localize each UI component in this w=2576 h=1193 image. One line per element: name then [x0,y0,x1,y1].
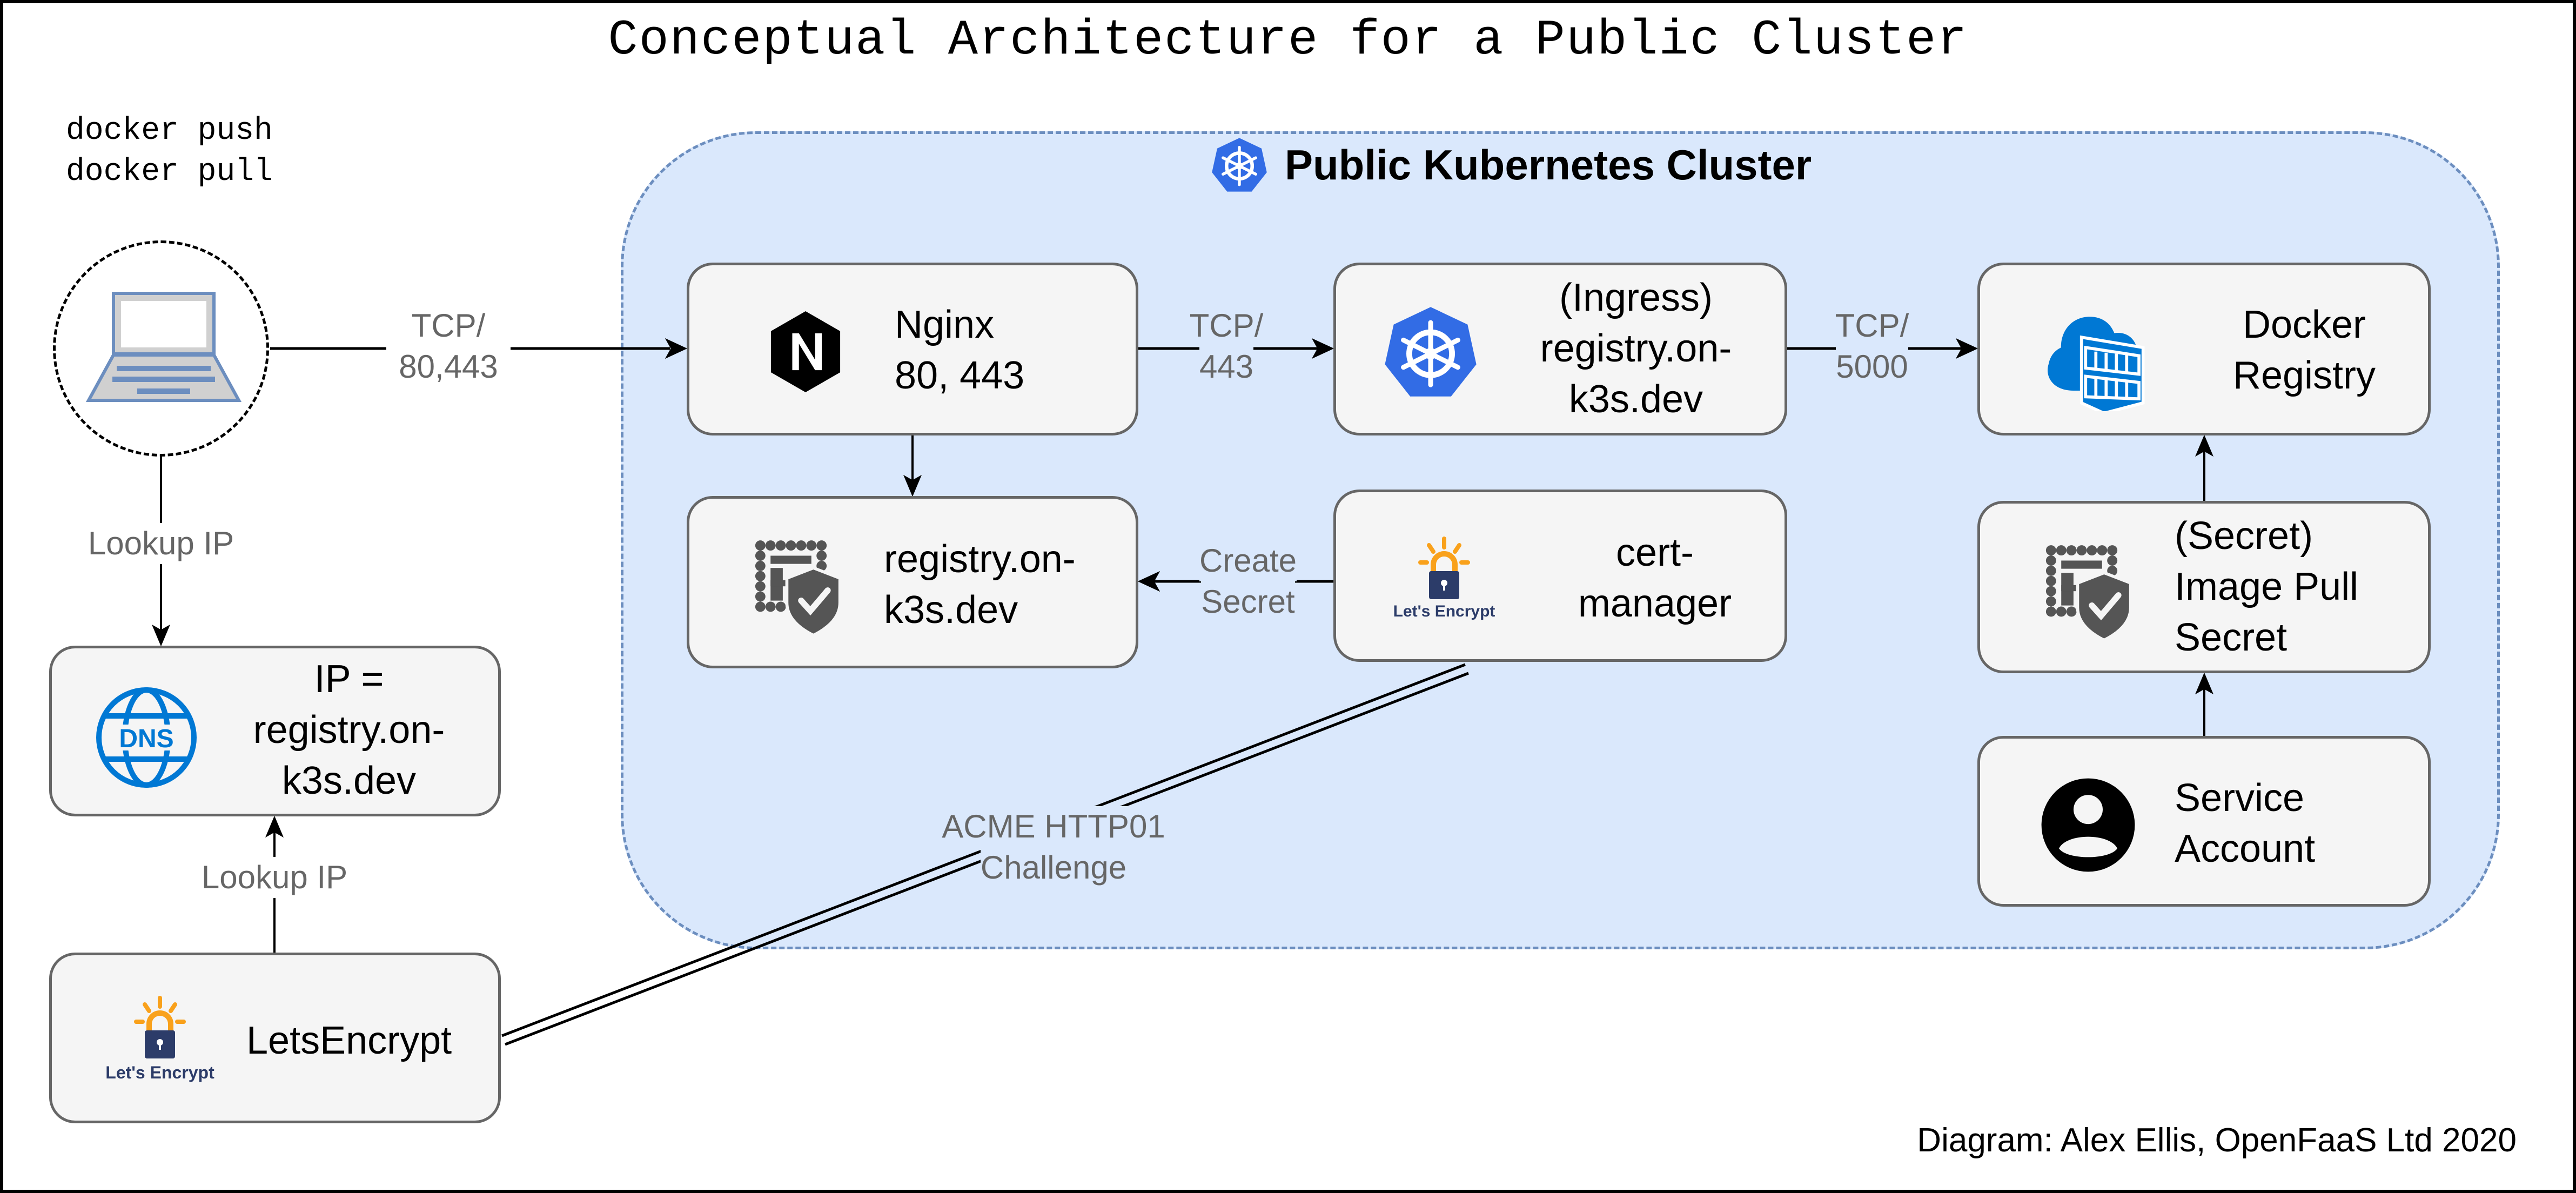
laptop-icon [85,292,242,402]
ingress-node[interactable]: (Ingress) registry.on- k3s.dev [1333,263,1787,435]
dns-node[interactable]: DNS IP = registry.on- k3s.dev [49,646,501,816]
image-pull-secret-label: (Secret) Image Pull Secret [2175,514,2359,659]
user-account-icon [2041,778,2135,872]
kubernetes-icon [1385,307,1477,397]
cert-manager-node[interactable]: Let's Encrypt cert- manager [1333,490,1787,662]
letsencrypt-logo-text: Let's Encrypt [105,1062,214,1082]
dns-icon-text: DNS [119,725,173,753]
letsencrypt-label: LetsEncrypt [246,1019,452,1062]
letsencrypt-logo-text: Let's Encrypt [1393,602,1495,620]
dns-label: IP = registry.on- k3s.dev [253,658,445,802]
client-node[interactable] [53,240,269,457]
nginx-label: Nginx 80, 443 [895,303,1025,397]
service-account-node[interactable]: Service Account [1977,736,2431,907]
nginx-icon [770,311,841,392]
docker-registry-node[interactable]: Docker Registry [1977,263,2431,435]
service-account-label: Service Account [2175,776,2316,870]
edge-label-client-nginx: TCP/ 80,443 [386,305,511,387]
letsencrypt-icon [1418,537,1470,599]
edge-label-create-secret: Create Secret [1183,540,1313,622]
certificate-shield-icon [2045,545,2132,641]
cert-manager-label: cert- manager [1578,531,1732,625]
nginx-node[interactable]: Nginx 80, 443 [687,263,1138,435]
certificate-shield-icon [755,540,842,636]
edge-label-nginx-ingress: TCP/ 443 [1164,305,1289,387]
tls-secret-node[interactable]: registry.on- k3s.dev [687,496,1138,668]
edge-label-lookup-ip-client: Lookup IP [80,523,242,564]
image-pull-secret-node[interactable]: (Secret) Image Pull Secret [1977,501,2431,673]
ingress-label: (Ingress) registry.on- k3s.dev [1540,276,1732,421]
tls-secret-label: registry.on- k3s.dev [884,538,1076,632]
diagram-credit: Diagram: Alex Ellis, OpenFaaS Ltd 2020 [1917,1122,2517,1159]
docker-registry-label: Docker Registry [2232,303,2376,397]
edge-label-lookup-ip-letsencrypt: Lookup IP [193,857,355,898]
azure-container-registry-icon [2048,317,2145,411]
letsencrypt-node[interactable]: Let's Encrypt LetsEncrypt [49,953,501,1123]
edge-label-ingress-registry: TCP/ 5000 [1810,305,1934,387]
letsencrypt-icon [134,995,186,1058]
edge-label-acme-challenge: ACME HTTP01 Challenge [929,806,1178,888]
dns-globe-icon: DNS [96,687,197,788]
